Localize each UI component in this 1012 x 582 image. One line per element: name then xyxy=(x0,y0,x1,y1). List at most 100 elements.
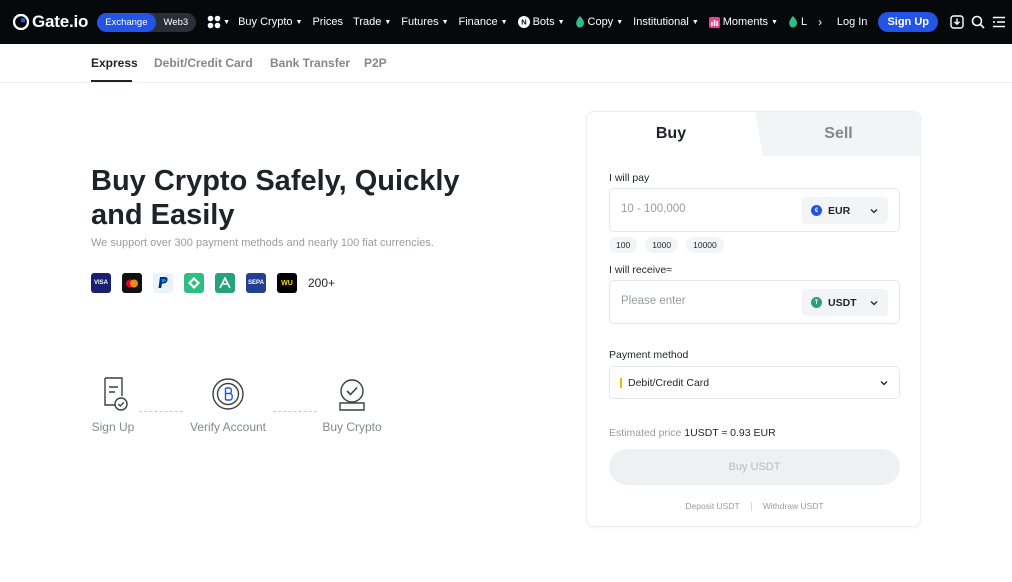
search-icon[interactable] xyxy=(970,14,986,30)
chevron-down-icon: ▼ xyxy=(384,18,392,26)
nav-copy[interactable]: Copy ▼ xyxy=(575,16,624,28)
sepa-icon: SEPA xyxy=(246,273,266,293)
tab-p2p[interactable]: P2P xyxy=(364,56,387,70)
chevron-down-icon: ▼ xyxy=(223,18,231,26)
receive-amount-field[interactable]: Please enter T USDT xyxy=(609,280,900,324)
chevron-down-icon: ▼ xyxy=(441,18,449,26)
method-indicator xyxy=(620,378,622,388)
svg-text:N: N xyxy=(521,18,526,27)
chevron-down-icon: ▼ xyxy=(295,18,303,26)
chevron-down-icon: ▼ xyxy=(500,18,508,26)
chevron-down-icon xyxy=(880,381,888,386)
logo-text: Gate.io xyxy=(32,12,89,31)
pay-label: I will pay xyxy=(609,172,650,184)
step-sign-up: Sign Up xyxy=(91,376,135,434)
main-nav: Buy Crypto ▼ Prices Trade ▼ Futures ▼ Finan… xyxy=(238,15,832,29)
document-check-icon xyxy=(104,377,128,411)
copy-leaf-icon xyxy=(575,16,584,28)
nav-label: Institutional xyxy=(633,16,689,28)
chevron-down-icon xyxy=(870,301,878,306)
bots-icon: N xyxy=(517,16,530,28)
card-footer-links: Deposit USDT Withdraw USDT xyxy=(587,501,920,511)
nav-label: Trade xyxy=(353,16,382,28)
quick-amount-chip[interactable]: 100 xyxy=(609,237,638,253)
apps-menu[interactable]: ▼ xyxy=(207,15,230,29)
usdt-icon: T xyxy=(811,297,822,308)
buy-sell-card: Buy Sell I will pay 10 - 100,000 € EUR 1… xyxy=(586,111,921,527)
nav-finance[interactable]: Finance ▼ xyxy=(459,16,508,28)
page-title: Buy Crypto Safely, Quickly and Easily xyxy=(91,165,460,231)
nav-label: Finance xyxy=(458,16,498,28)
app-pay-icon xyxy=(215,273,235,293)
step-verify-account: Verify Account xyxy=(189,376,267,434)
switch-web3[interactable]: Web3 xyxy=(156,17,189,28)
exchange-web3-switch[interactable]: Exchange Web3 xyxy=(97,12,197,32)
chevron-down-icon xyxy=(870,209,878,214)
tab-bank-transfer[interactable]: Bank Transfer xyxy=(270,56,350,70)
chevron-right-icon[interactable]: › xyxy=(818,15,822,29)
deposit-link[interactable]: Deposit USDT xyxy=(685,501,739,511)
nav-label: Copy xyxy=(587,16,614,28)
launch-leaf-icon xyxy=(789,16,797,28)
chevron-down-icon: ▼ xyxy=(616,18,624,26)
menu-icon[interactable] xyxy=(991,14,1007,30)
payment-methods: VISA SEPA WU 200+ xyxy=(91,273,335,293)
nav-prices[interactable]: Prices xyxy=(312,16,343,28)
nav-launch[interactable]: L › xyxy=(788,15,822,29)
withdraw-link[interactable]: Withdraw USDT xyxy=(763,501,824,511)
nav-trade[interactable]: Trade ▼ xyxy=(353,16,391,28)
quick-amounts: 100 1000 10000 xyxy=(609,237,732,253)
payment-method-select[interactable]: Debit/Credit Card xyxy=(609,366,900,399)
receive-currency-select[interactable]: T USDT xyxy=(802,289,888,316)
switch-exchange[interactable]: Exchange xyxy=(97,12,156,32)
login-link[interactable]: Log In xyxy=(837,16,868,28)
nav-buy-crypto[interactable]: Buy Crypto ▼ xyxy=(238,16,302,28)
gate-logo[interactable]: Gate.io xyxy=(13,12,88,32)
quick-amount-chip[interactable]: 1000 xyxy=(645,237,679,253)
step-buy-crypto: Buy Crypto xyxy=(319,376,385,434)
buy-usdt-button[interactable]: Buy USDT xyxy=(609,449,900,485)
tab-debit-credit-card[interactable]: Debit/Credit Card xyxy=(154,56,253,70)
nav-futures[interactable]: Futures ▼ xyxy=(401,16,448,28)
nav-bots[interactable]: N Bots ▼ xyxy=(517,16,565,28)
western-union-icon: WU xyxy=(277,273,297,293)
nav-right: Log In Sign Up xyxy=(826,0,1012,44)
nav-label: Buy Crypto xyxy=(238,16,293,28)
pay-currency-label: EUR xyxy=(828,204,851,217)
estimated-price-value: 1USDT ≈ 0.93 EUR xyxy=(684,427,776,439)
nav-label: Bots xyxy=(532,16,555,28)
payment-method-value: Debit/Credit Card xyxy=(628,377,710,389)
chevron-down-icon: ▼ xyxy=(771,18,778,26)
pay-amount-field[interactable]: 10 - 100,000 € EUR xyxy=(609,188,900,232)
quick-amount-chip[interactable]: 10000 xyxy=(686,237,724,253)
nav-institutional[interactable]: Institutional ▼ xyxy=(633,16,699,28)
receive-currency-label: USDT xyxy=(828,296,857,309)
nav-label: L xyxy=(800,16,808,28)
payment-more-count: 200+ xyxy=(308,276,336,290)
pay-currency-select[interactable]: € EUR xyxy=(802,197,888,224)
download-icon[interactable] xyxy=(949,14,965,30)
nav-moments[interactable]: Moments ▼ xyxy=(708,16,778,28)
nav-label: Prices xyxy=(312,16,344,28)
active-tab-underline xyxy=(91,80,132,82)
binance-pay-icon xyxy=(184,273,204,293)
estimated-price-label: Estimated price xyxy=(609,427,682,439)
moments-icon xyxy=(708,16,720,28)
step-connector xyxy=(139,411,183,412)
estimated-price: Estimated price 1USDT ≈ 0.93 EUR xyxy=(609,427,776,439)
pay-amount-input[interactable]: 10 - 100,000 xyxy=(621,203,686,215)
tab-buy[interactable]: Buy xyxy=(587,112,755,156)
receive-amount-input[interactable]: Please enter xyxy=(621,295,686,307)
tab-sell[interactable]: Sell xyxy=(755,112,920,156)
top-nav: Gate.io Exchange Web3 ▼ Buy Crypto ▼ Pric… xyxy=(0,0,1012,44)
page-subtitle: We support over 300 payment methods and … xyxy=(91,237,434,249)
mastercard-icon xyxy=(122,273,142,293)
tab-express[interactable]: Express xyxy=(91,56,138,70)
checkmark-badge-icon xyxy=(339,379,365,411)
payment-method-label: Payment method xyxy=(609,349,689,361)
chevron-down-icon: ▼ xyxy=(557,18,565,26)
coin-verify-icon xyxy=(212,378,244,410)
signup-button[interactable]: Sign Up xyxy=(878,12,938,32)
nav-label: Futures xyxy=(401,16,439,28)
nav-label: Moments xyxy=(722,16,769,28)
